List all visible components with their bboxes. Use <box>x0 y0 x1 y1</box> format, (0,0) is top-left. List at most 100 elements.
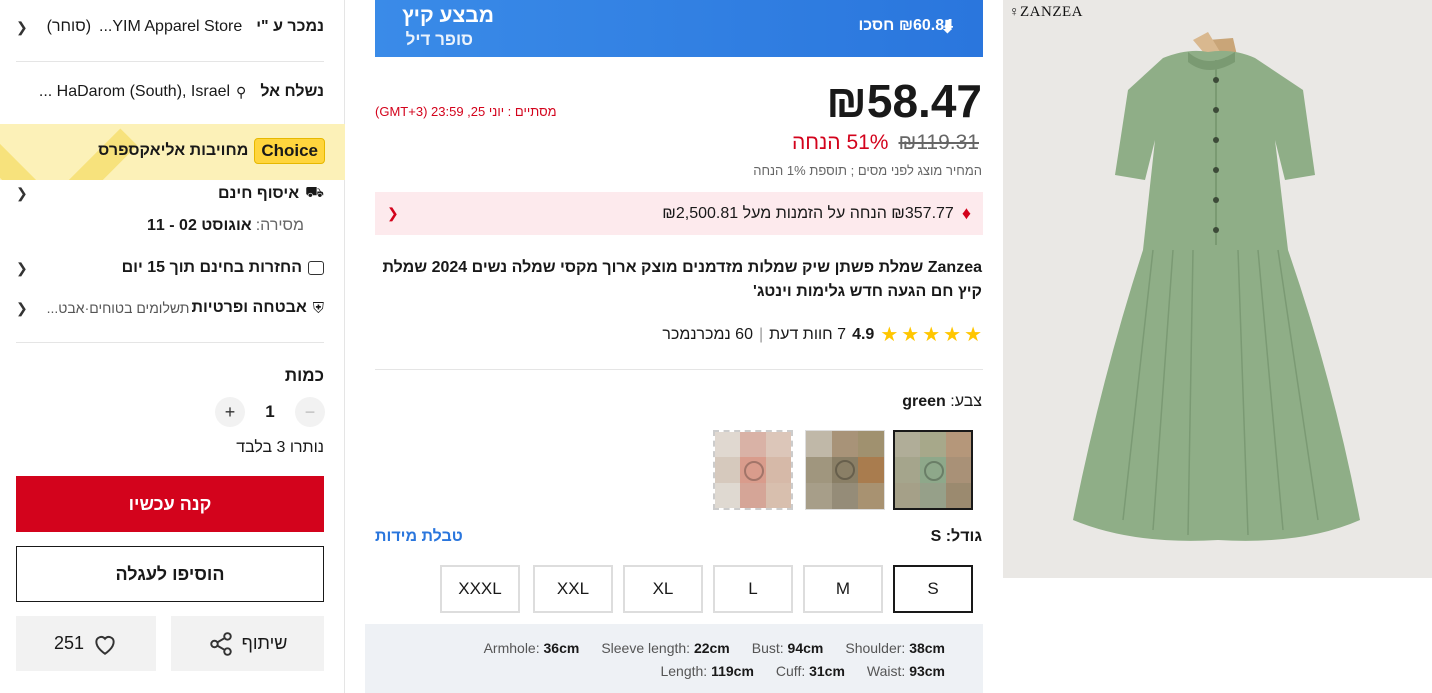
delivery-row: מסירה: אוגוסט 02 - 11 <box>16 217 324 235</box>
original-price: ₪119.31 <box>898 131 979 154</box>
ship-to-row[interactable]: נשלח אל ⚲ HaDarom (South), Israel ... <box>16 83 324 101</box>
free-pickup-label: איסוף חינם <box>218 184 300 202</box>
current-price: ₪58.47 <box>826 75 982 127</box>
share-button[interactable]: שיתוף <box>171 616 324 671</box>
waist-value: 93cm <box>909 663 945 679</box>
stars: ★ ★ ★ ★ ★ <box>880 325 982 345</box>
sold-count: 60 נמכרנמכר <box>662 326 753 343</box>
chevron-left-icon: ❮ <box>16 259 28 276</box>
location-pin-icon: ⚲ <box>236 83 247 100</box>
armhole-label: Armhole: <box>483 640 540 656</box>
choice-banner[interactable]: Choice מחויבות אליאקספרס <box>0 124 345 180</box>
quantity-stepper: + 1 − <box>215 397 325 427</box>
sold-by-label: נמכר ע "י <box>256 18 324 35</box>
size-option-xxl[interactable]: XXL <box>533 565 613 613</box>
color-swatch-green[interactable] <box>893 430 973 510</box>
size-chart-link[interactable]: טבלת מידות <box>375 528 463 546</box>
summer-sale-banner: מבצע קיץ סופר דיל ₪60.84 חסכו ⬇ <box>375 0 983 57</box>
sleeve-label: Sleeve length: <box>601 640 691 656</box>
security-sub: תשלומים בטוחים·אבט... <box>46 300 190 316</box>
size-option-l[interactable]: L <box>713 565 793 613</box>
size-option-s[interactable]: S <box>893 565 973 613</box>
add-to-cart-button[interactable]: הוסיפו לעגלה <box>16 546 324 602</box>
product-image[interactable]: ♀ZANZEA <box>1003 0 1432 578</box>
sale-ends: מסתיים : יוני 25, 23:59 (GMT+3) <box>375 104 557 119</box>
size-option-xl[interactable]: XL <box>623 565 703 613</box>
delivery-value: אוגוסט 02 - 11 <box>147 217 252 234</box>
unavailable-icon <box>924 461 944 481</box>
star-icon: ★ <box>880 324 899 346</box>
divider <box>375 369 983 370</box>
ship-to-value[interactable]: HaDarom (South), Israel ... <box>39 83 230 101</box>
arrow-down-icon: ⬇ <box>939 17 955 37</box>
minus-button[interactable]: − <box>295 397 325 427</box>
chevron-left-icon: ❮ <box>16 185 28 201</box>
shoulder-value: 38cm <box>909 640 945 656</box>
stock-left: נותרו 3 בלבד <box>236 439 324 456</box>
dress-image <box>1073 32 1360 541</box>
rating-row[interactable]: ★ ★ ★ ★ ★ 4.9 7 חוות דעת | 60 נמכרנמכר <box>662 325 982 345</box>
heart-icon <box>95 635 115 655</box>
free-pickup-row[interactable]: ⛟ איסוף חינם ❮ <box>16 184 324 203</box>
tax-note: המחיר מוצג לפני מסים ; תוספת 1% הנחה <box>753 163 982 178</box>
returns-row[interactable]: החזרות בחינם תוך 15 יום ❮ <box>16 259 324 277</box>
return-box-icon <box>308 261 324 275</box>
cuff-value: 31cm <box>809 663 845 679</box>
banner-title: מבצע קיץ <box>402 4 494 27</box>
star-icon: ★ <box>922 324 941 346</box>
store-name[interactable]: YIM Apparel Store... <box>99 18 242 36</box>
star-icon: ★ <box>901 324 920 346</box>
purchase-panel: נמכר ע "י YIM Apparel Store... (סוחר) ❮ … <box>0 0 345 693</box>
plus-button[interactable]: + <box>215 397 245 427</box>
star-icon: ★ <box>964 324 982 346</box>
share-label: שיתוף <box>241 633 288 653</box>
buy-now-button[interactable]: קנה עכשיו <box>16 476 324 532</box>
bust-value: 94cm <box>787 640 824 656</box>
sleeve-value: 22cm <box>693 640 730 656</box>
size-label: גודל: S <box>930 528 982 545</box>
size-option-xxxl[interactable]: XXXL <box>440 565 520 613</box>
discount-percent: 51% הנחה <box>792 131 889 154</box>
returns-label: החזרות בחינם תוך 15 יום <box>121 259 302 276</box>
share-icon <box>209 631 232 656</box>
seller-row[interactable]: נמכר ע "י YIM Apparel Store... (סוחר) ❮ <box>16 18 324 36</box>
star-icon: ★ <box>943 324 962 346</box>
delivery-label: מסירה: <box>255 217 304 234</box>
separator: | <box>758 326 764 343</box>
cuff-label: Cuff: <box>775 663 806 679</box>
length-value: 119cm <box>711 663 754 679</box>
shoulder-label: Shoulder: <box>845 640 906 656</box>
quantity-label: כמות <box>284 366 324 385</box>
chevron-left-icon: ❮ <box>16 299 28 316</box>
bust-label: Bust: <box>751 640 784 656</box>
chevron-left-icon: ❮ <box>16 18 28 35</box>
banner-subtitle: סופר דיל <box>405 30 473 49</box>
color-row: צבע: green <box>902 393 982 411</box>
security-row[interactable]: ⛨ אבטחה ופרטיות תשלומים בטוחים·אבט... ❮ <box>16 299 324 317</box>
waist-label: Waist: <box>866 663 906 679</box>
color-swatch-pink[interactable] <box>713 430 793 510</box>
color-label: צבע: <box>950 393 982 410</box>
coupon-banner[interactable]: ♦ ₪357.77 הנחה על הזמנות מעל ₪2,500.81 ❮ <box>375 192 983 235</box>
size-option-m[interactable]: M <box>803 565 883 613</box>
unavailable-icon <box>835 460 855 480</box>
wishlist-button[interactable]: 251 <box>16 616 156 671</box>
store-tag: (סוחר) <box>46 18 92 35</box>
quantity-value: 1 <box>265 402 275 421</box>
tag-icon: ♦ <box>961 203 971 223</box>
truck-icon: ⛟ <box>305 184 324 201</box>
divider <box>16 342 324 343</box>
length-label: Length: <box>660 663 708 679</box>
color-swatch-brown[interactable] <box>805 430 885 510</box>
divider <box>16 61 324 62</box>
armhole-value: 36cm <box>543 640 580 656</box>
rating-value: 4.9 <box>852 326 875 343</box>
choice-badge: Choice <box>254 138 325 164</box>
security-label: אבטחה ופרטיות <box>191 299 307 316</box>
color-value: green <box>902 393 946 410</box>
chevron-left-icon: ❮ <box>387 205 399 221</box>
reviews-count[interactable]: 7 חוות דעת <box>769 326 846 344</box>
wishlist-count: 251 <box>53 633 85 653</box>
banner-save: ₪60.84 חסכו <box>858 17 953 34</box>
choice-text: מחויבות אליאקספרס <box>98 142 249 159</box>
